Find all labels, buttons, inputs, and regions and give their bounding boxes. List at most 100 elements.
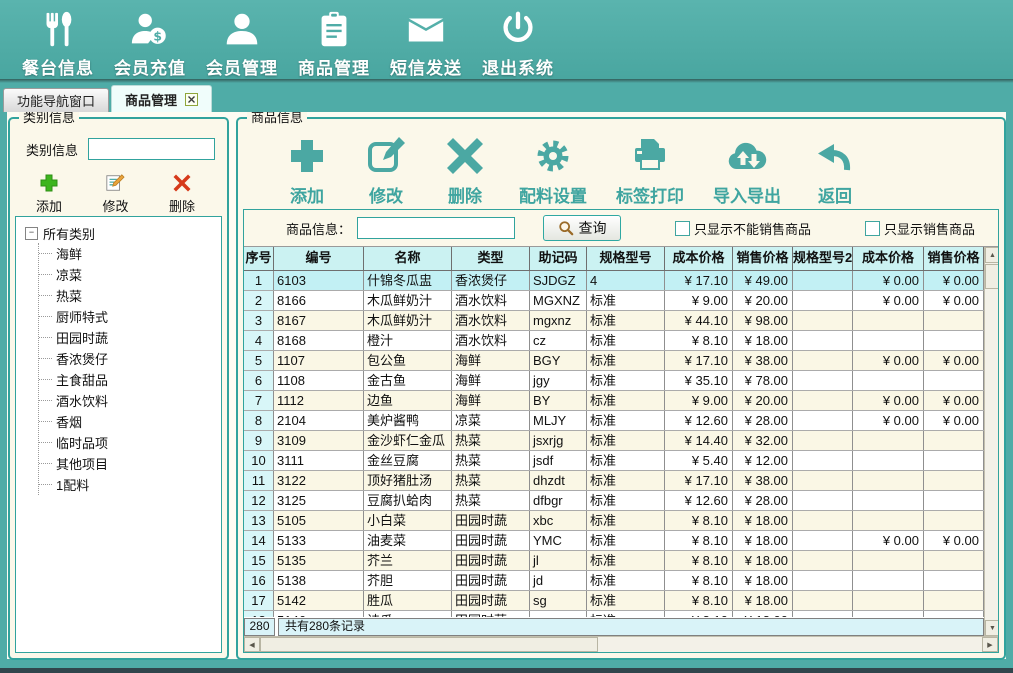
category-note-edit-button[interactable]: 修改 (102, 173, 128, 215)
product-toolbar-plus-button[interactable]: 添加 (282, 136, 332, 207)
table-cell (924, 491, 984, 510)
tree-item-1配料[interactable]: 1配料 (39, 474, 221, 495)
tab-商品管理[interactable]: 商品管理 (111, 85, 212, 112)
column-header-0[interactable]: 序号 (244, 247, 274, 270)
horizontal-scroll-track[interactable] (598, 637, 982, 652)
tree-item-田园时蔬[interactable]: 田园时蔬 (39, 327, 221, 348)
tree-item-海鲜[interactable]: 海鲜 (39, 243, 221, 264)
table-cell (924, 471, 984, 490)
table-cell: ¥ 18.00 (733, 571, 793, 590)
product-toolbar-back-button[interactable]: 返回 (810, 136, 860, 207)
table-cell: ¥ 28.00 (733, 491, 793, 510)
tree-item-厨师特式[interactable]: 厨师特式 (39, 306, 221, 327)
column-header-3[interactable]: 类型 (452, 247, 530, 270)
grid-header-row: 序号编号名称类型助记码规格型号成本价格销售价格规格型号2成本价格销售价格 (244, 247, 984, 271)
table-row[interactable]: 103111金丝豆腐热菜jsdf标准¥ 5.40¥ 12.00 (244, 451, 984, 471)
checkbox-icon[interactable] (865, 221, 880, 236)
table-cell: ¥ 17.10 (665, 271, 733, 290)
table-row[interactable]: 61108金古鱼海鲜jgy标准¥ 35.10¥ 78.00 (244, 371, 984, 391)
tree-item-香烟[interactable]: 香烟 (39, 411, 221, 432)
horizontal-scroll-thumb[interactable] (260, 637, 598, 652)
table-row[interactable]: 38167木瓜鲜奶汁酒水饮料mgxnz标准¥ 44.10¥ 98.00 (244, 311, 984, 331)
column-header-4[interactable]: 助记码 (530, 247, 587, 270)
product-toolbar-printer-button[interactable]: 标签打印 (616, 136, 684, 207)
table-row[interactable]: 51107包公鱼海鲜BGY标准¥ 17.10¥ 38.00¥ 0.00¥ 0.0… (244, 351, 984, 371)
product-search-input[interactable] (357, 217, 515, 239)
column-header-1[interactable]: 编号 (274, 247, 364, 270)
table-row[interactable]: 113122顶好猪肚汤热菜dhzdt标准¥ 17.10¥ 38.00 (244, 471, 984, 491)
tree-children: 海鲜凉菜热菜厨师特式田园时蔬香浓煲仔主食甜品酒水饮料香烟临时品项其他项目1配料 (38, 243, 221, 495)
product-toolbar-delete-button[interactable]: 删除 (440, 136, 490, 207)
toolbar-item-member_manage[interactable]: 会员管理 (196, 9, 288, 79)
tree-item-凉菜[interactable]: 凉菜 (39, 264, 221, 285)
table-row[interactable]: 123125豆腐扒蛤肉热菜dfbgr标准¥ 12.60¥ 28.00 (244, 491, 984, 511)
query-button[interactable]: 查询 (543, 215, 621, 241)
plus-green-icon (39, 173, 59, 193)
tree-expander-icon[interactable]: − (25, 227, 38, 240)
table-cell: ¥ 0.00 (853, 351, 924, 370)
table-row[interactable]: 175142胜瓜田园时蔬sg标准¥ 8.10¥ 18.00 (244, 591, 984, 611)
toolbar-item-product_manage[interactable]: 商品管理 (288, 9, 380, 79)
checkbox-hide-unsellable[interactable]: 只显示不能销售商品 (675, 219, 811, 238)
horizontal-scrollbar[interactable]: ◀ ▶ (244, 636, 998, 652)
table-cell: 标准 (587, 491, 665, 510)
tree-item-其他项目[interactable]: 其他项目 (39, 453, 221, 474)
tab-label: 功能导航窗口 (17, 91, 95, 110)
toolbar-button-label: 导入导出 (713, 182, 781, 207)
toolbar-item-member_recharge[interactable]: $会员充值 (104, 9, 196, 79)
vertical-scrollbar[interactable]: ▲ ▼ (984, 247, 998, 636)
toolbar-item-fork_spoon[interactable]: 餐台信息 (12, 9, 104, 79)
table-row[interactable]: 48168橙汁酒水饮料cz标准¥ 8.10¥ 18.00 (244, 331, 984, 351)
scroll-down-icon[interactable]: ▼ (985, 620, 998, 636)
checkbox-show-sellable[interactable]: 只显示销售商品 (865, 219, 975, 238)
tree-item-主食甜品[interactable]: 主食甜品 (39, 369, 221, 390)
table-row[interactable]: 71112边鱼海鲜BY标准¥ 9.00¥ 20.00¥ 0.00¥ 0.00 (244, 391, 984, 411)
scroll-left-icon[interactable]: ◀ (244, 637, 260, 652)
tab-功能导航窗口[interactable]: 功能导航窗口 (3, 88, 109, 112)
table-row[interactable]: 16103什锦冬瓜盅香浓煲仔SJDGZ4¥ 17.10¥ 49.00¥ 0.00… (244, 271, 984, 291)
scroll-right-icon[interactable]: ▶ (982, 637, 998, 652)
table-cell: 金沙虾仁金瓜 (364, 431, 452, 450)
table-row[interactable]: 28166木瓜鲜奶汁酒水饮料MGXNZ标准¥ 9.00¥ 20.00¥ 0.00… (244, 291, 984, 311)
product-toolbar-edit-button[interactable]: 修改 (361, 136, 411, 207)
table-row[interactable]: 135105小白菜田园时蔬xbc标准¥ 8.10¥ 18.00 (244, 511, 984, 531)
column-header-9[interactable]: 成本价格 (853, 247, 924, 270)
table-cell: dhzdt (530, 471, 587, 490)
column-header-7[interactable]: 销售价格 (733, 247, 793, 270)
table-row[interactable]: 155135芥兰田园时蔬jl标准¥ 8.10¥ 18.00 (244, 551, 984, 571)
table-row[interactable]: 165138芥胆田园时蔬jd标准¥ 8.10¥ 18.00 (244, 571, 984, 591)
category-plus-green-button[interactable]: 添加 (36, 173, 62, 215)
vertical-scroll-track[interactable] (985, 289, 998, 620)
column-header-8[interactable]: 规格型号2 (793, 247, 853, 270)
column-header-5[interactable]: 规格型号 (587, 247, 665, 270)
vertical-scroll-thumb[interactable] (985, 264, 998, 289)
product-toolbar-import-export-button[interactable]: 导入导出 (713, 136, 781, 207)
tree-item-热菜[interactable]: 热菜 (39, 285, 221, 306)
checkbox-icon[interactable] (675, 221, 690, 236)
toolbar-item-power_exit[interactable]: 退出系统 (472, 9, 564, 79)
category-delete-red-button[interactable]: 删除 (169, 173, 195, 215)
product-panel: 商品信息 添加修改删除配料设置标签打印导入导出返回 商品信息： 查询 只显示不能… (236, 117, 1006, 660)
tree-item-香浓煲仔[interactable]: 香浓煲仔 (39, 348, 221, 369)
tree-item-酒水饮料[interactable]: 酒水饮料 (39, 390, 221, 411)
toolbar-item-sms_send[interactable]: 短信发送 (380, 9, 472, 79)
table-cell: 标准 (587, 311, 665, 330)
product-toolbar-gear-button[interactable]: 配料设置 (519, 136, 587, 207)
column-header-10[interactable]: 销售价格 (924, 247, 984, 270)
column-header-2[interactable]: 名称 (364, 247, 452, 270)
table-cell: SJDGZ (530, 271, 587, 290)
table-row[interactable]: 82104美炉酱鸭凉菜MLJY标准¥ 12.60¥ 28.00¥ 0.00¥ 0… (244, 411, 984, 431)
tab-close-icon[interactable] (185, 93, 198, 106)
scroll-up-icon[interactable]: ▲ (985, 247, 998, 263)
grid-status-row: 280 共有280条记录 (244, 617, 984, 636)
category-form: 类别信息 (26, 138, 215, 160)
table-cell: jd (530, 571, 587, 590)
table-row[interactable]: 145133油麦菜田园时蔬YMC标准¥ 8.10¥ 18.00¥ 0.00¥ 0… (244, 531, 984, 551)
column-header-6[interactable]: 成本价格 (665, 247, 733, 270)
table-cell: ¥ 18.00 (733, 511, 793, 530)
tree-item-临时品项[interactable]: 临时品项 (39, 432, 221, 453)
category-name-input[interactable] (88, 138, 215, 160)
table-row[interactable]: 93109金沙虾仁金瓜热菜jsxrjg标准¥ 14.40¥ 32.00 (244, 431, 984, 451)
tree-root-all-categories[interactable]: − 所有类别 (22, 223, 221, 243)
table-cell: 标准 (587, 571, 665, 590)
